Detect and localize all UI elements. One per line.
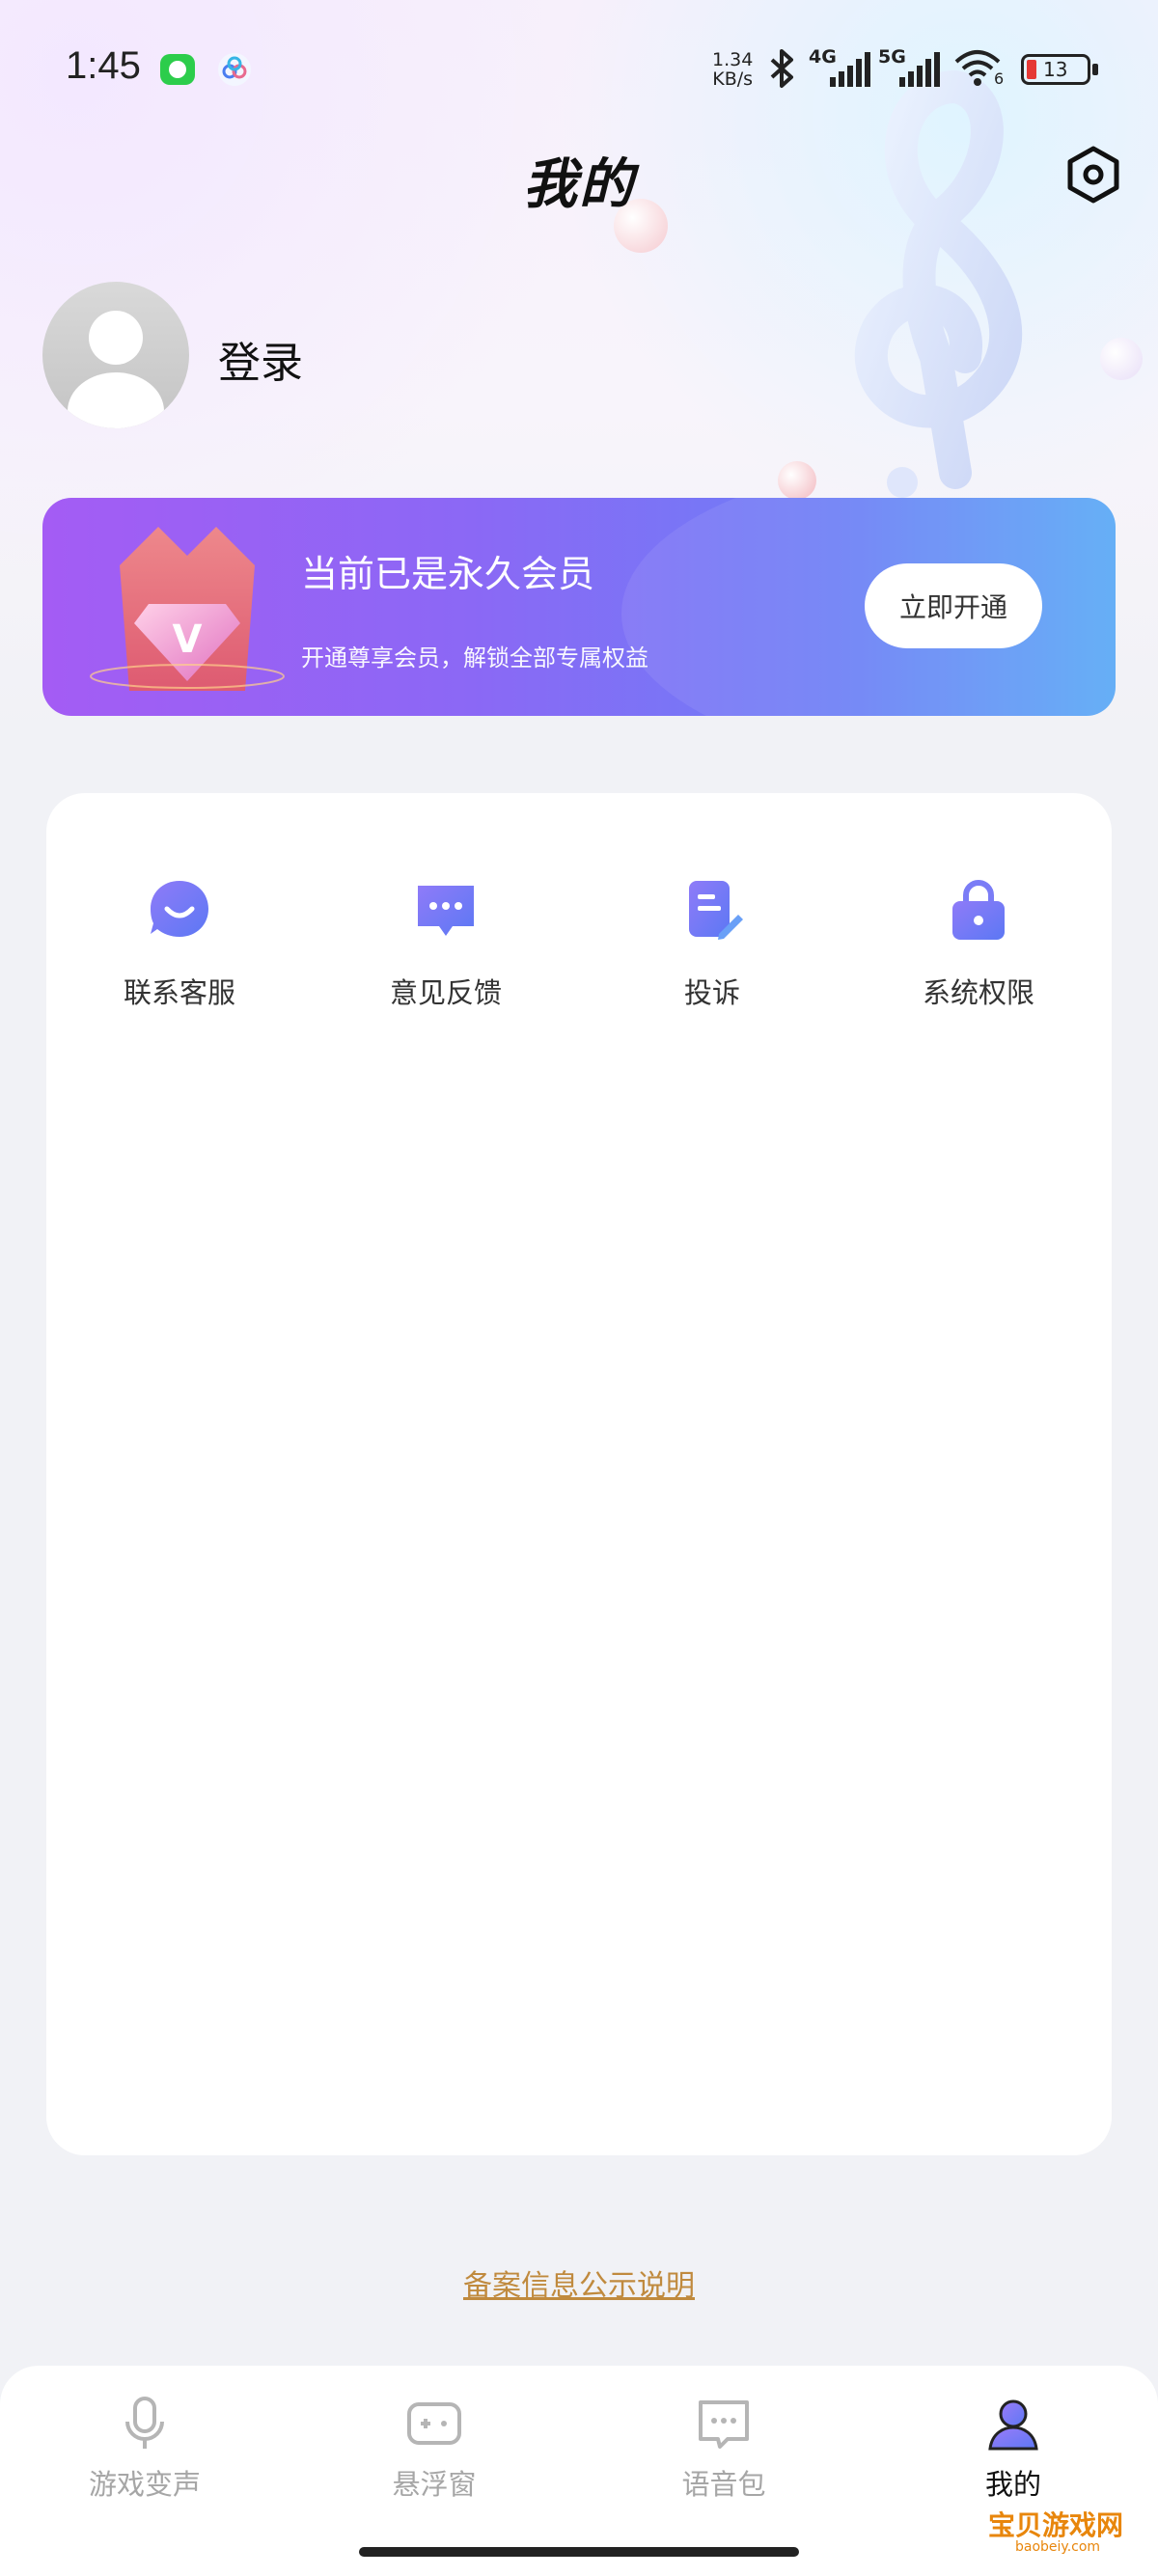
tab-floating-window[interactable]: 悬浮窗 xyxy=(290,2395,579,2503)
tab-voice-pack[interactable]: 语音包 xyxy=(579,2395,868,2503)
menu-label: 投诉 xyxy=(683,976,740,1009)
wifi-badge: 6 xyxy=(994,69,1005,88)
net-speed-unit: KB/s xyxy=(712,69,754,90)
status-bar: 1:45 1.34 KB/s 4G 5G 6 13 xyxy=(0,0,1158,135)
menu-label: 意见反馈 xyxy=(389,976,502,1009)
microphone-icon xyxy=(125,2397,164,2449)
login-link[interactable]: 登录 xyxy=(218,328,303,390)
vip-banner[interactable]: V 当前已是永久会员 开通尊享会员，解锁全部专属权益 立即开通 xyxy=(42,498,1116,716)
menu-item-system-permission[interactable]: 系统权限 xyxy=(845,878,1112,1011)
tab-label: 我的 xyxy=(984,2468,1041,2501)
menu-label: 系统权限 xyxy=(922,976,1034,1009)
vip-crown-badge-icon: V xyxy=(90,527,285,691)
signal-bars-icon xyxy=(899,52,940,87)
tab-label: 悬浮窗 xyxy=(392,2468,477,2501)
decor-bubble xyxy=(778,461,816,500)
avatar[interactable] xyxy=(42,282,189,428)
tab-label: 游戏变声 xyxy=(88,2468,201,2501)
cloud-app-icon xyxy=(218,53,251,86)
open-vip-button[interactable]: 立即开通 xyxy=(865,563,1042,648)
vip-title: 当前已是永久会员 xyxy=(301,553,595,595)
page-title: 我的 xyxy=(523,153,635,216)
watermark-sub: baobeiy.com xyxy=(1015,2539,1101,2555)
settings-hexagon-icon[interactable] xyxy=(1063,145,1123,205)
watermark-text: 宝贝游戏网 xyxy=(988,2509,1124,2541)
bluetooth-icon xyxy=(770,49,793,88)
menu-item-complaint[interactable]: 投诉 xyxy=(579,878,845,1011)
status-time: 1:45 xyxy=(66,44,141,87)
menu-label: 联系客服 xyxy=(123,976,235,1009)
gamepad-icon xyxy=(407,2402,461,2445)
decor-bubble xyxy=(1100,338,1143,380)
battery-cap xyxy=(1092,64,1098,75)
chat-icon xyxy=(699,2400,749,2449)
feedback-icon xyxy=(418,886,474,936)
message-app-icon xyxy=(160,54,195,85)
service-menu-card: 联系客服 意见反馈 投诉 系统权限 xyxy=(46,793,1112,2155)
complaint-icon xyxy=(689,881,743,940)
tab-voice-change[interactable]: 游戏变声 xyxy=(0,2395,290,2503)
battery-icon: 13 xyxy=(1021,54,1090,85)
vip-badge-letter: V xyxy=(173,617,203,662)
vip-subtitle: 开通尊享会员，解锁全部专属权益 xyxy=(301,644,648,671)
net-speed: 1.34 KB/s xyxy=(712,50,753,89)
lock-icon xyxy=(952,880,1005,940)
customer-service-icon xyxy=(151,881,208,937)
menu-item-customer-service[interactable]: 联系客服 xyxy=(46,878,313,1011)
user-icon xyxy=(988,2399,1038,2451)
tab-label: 语音包 xyxy=(681,2468,766,2501)
menu-item-feedback[interactable]: 意见反馈 xyxy=(313,878,579,1011)
home-indicator[interactable] xyxy=(359,2547,799,2557)
bottom-tab-bar: 游戏变声 悬浮窗 语音包 我的 xyxy=(0,2366,1158,2576)
battery-level: 13 xyxy=(1043,58,1068,81)
signal-bars-icon xyxy=(830,52,870,87)
tab-mine[interactable]: 我的 xyxy=(868,2395,1158,2503)
net-speed-value: 1.34 xyxy=(712,49,754,70)
beian-info-link[interactable]: 备案信息公示说明 xyxy=(0,2261,1158,2304)
